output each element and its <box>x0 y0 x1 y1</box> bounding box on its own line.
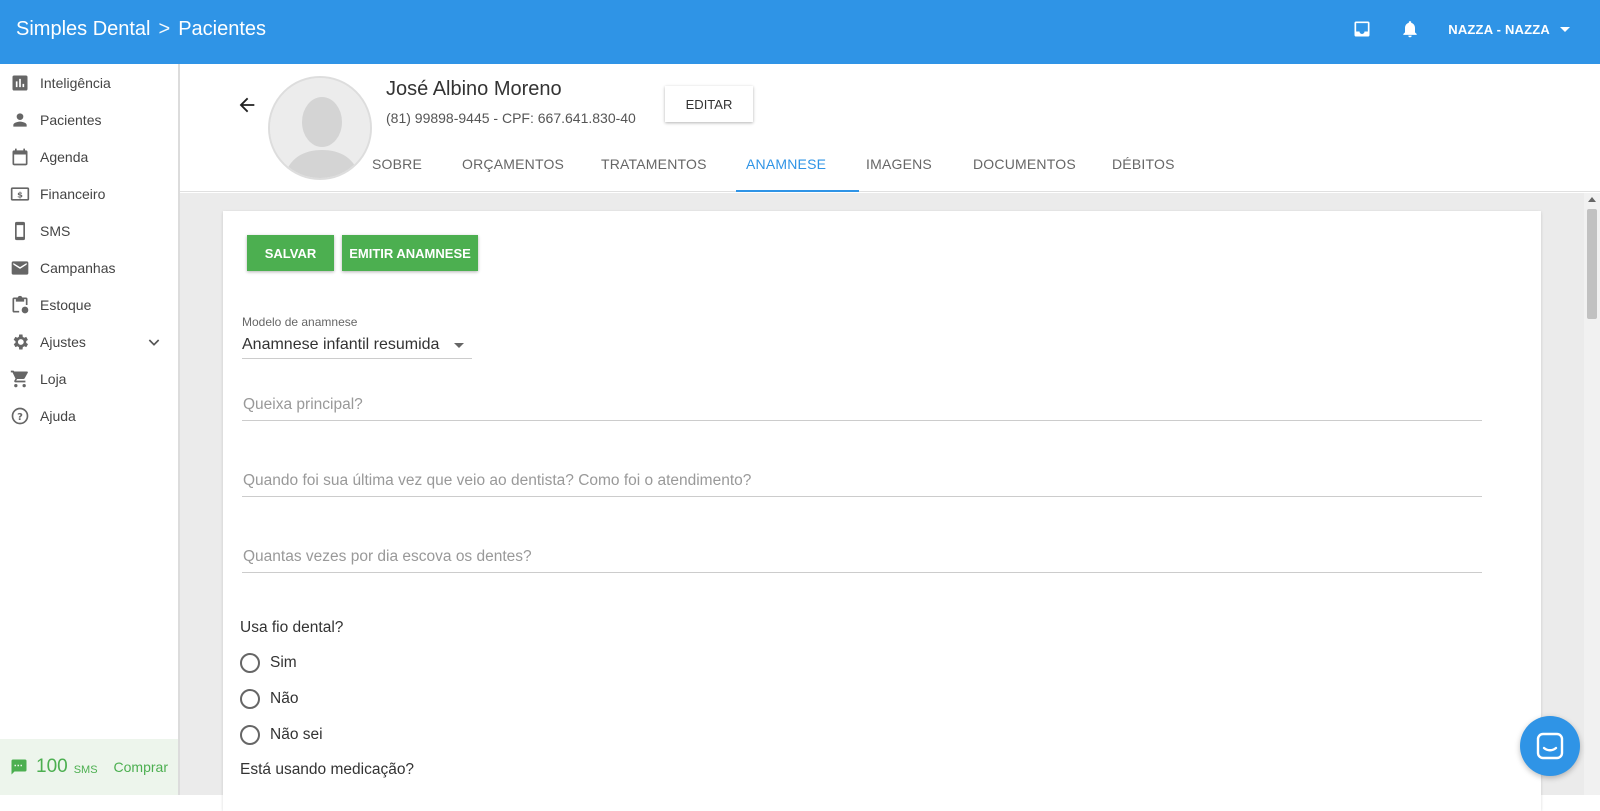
tab-sobre[interactable]: SOBRE <box>372 156 422 172</box>
sidebar-item-sms[interactable]: SMS <box>0 212 178 249</box>
top-bar: Simples Dental > Pacientes NAZZA - NAZZA <box>0 0 1600 64</box>
sidebar-item-inteligencia[interactable]: Inteligência <box>0 64 178 101</box>
breadcrumb-separator: > <box>158 18 171 40</box>
radio-nao-sei[interactable]: Não sei <box>240 725 323 745</box>
message-icon <box>10 758 28 776</box>
edit-button[interactable]: EDITAR <box>665 86 753 122</box>
money-icon: $ <box>10 184 30 204</box>
sidebar-item-label: Financeiro <box>40 185 106 202</box>
dropdown-arrow-icon <box>454 343 464 348</box>
escovacao-field[interactable]: Quantas vezes por dia escova os dentes? <box>242 541 1482 573</box>
sidebar-item-ajustes[interactable]: Ajustes <box>0 323 178 360</box>
user-name: NAZZA - NAZZA <box>1448 21 1550 37</box>
sidebar-item-loja[interactable]: Loja <box>0 360 178 397</box>
sidebar: Inteligência Pacientes Agenda $ Financei… <box>0 64 180 795</box>
help-icon: ? <box>10 406 30 426</box>
sidebar-item-label: Loja <box>40 370 67 387</box>
caret-down-icon <box>1560 26 1570 32</box>
field-placeholder: Queixa principal? <box>243 396 363 413</box>
scrollbar-thumb[interactable] <box>1587 209 1597 319</box>
question-fio-dental: Usa fio dental? <box>240 619 344 636</box>
clipboard-icon <box>10 295 30 315</box>
model-label: Modelo de anamnese <box>242 315 358 329</box>
chat-icon <box>1535 731 1565 761</box>
radio-circle[interactable] <box>240 653 260 673</box>
sidebar-item-estoque[interactable]: Estoque <box>0 286 178 323</box>
bell-icon[interactable] <box>1400 18 1420 40</box>
phone-icon <box>10 221 30 241</box>
main-content: SALVAR EMITIR ANAMNESE Modelo de anamnes… <box>180 193 1584 811</box>
anamnese-card: SALVAR EMITIR ANAMNESE Modelo de anamnes… <box>223 211 1541 811</box>
inbox-icon[interactable] <box>1352 19 1372 39</box>
sidebar-item-campanhas[interactable]: Campanhas <box>0 249 178 286</box>
sidebar-item-label: Ajuda <box>40 407 76 424</box>
sidebar-item-label: SMS <box>40 222 71 239</box>
person-icon <box>10 110 30 130</box>
radio-label: Não <box>270 690 299 707</box>
calendar-icon <box>10 147 30 167</box>
sidebar-item-label: Ajustes <box>40 333 86 350</box>
field-placeholder: Quando foi sua última vez que veio ao de… <box>243 472 752 489</box>
radio-circle[interactable] <box>240 725 260 745</box>
sidebar-item-pacientes[interactable]: Pacientes <box>0 101 178 138</box>
radio-circle[interactable] <box>240 689 260 709</box>
radio-nao[interactable]: Não <box>240 689 298 709</box>
model-select-value: Anamnese infantil resumida <box>242 335 440 353</box>
field-placeholder: Quantas vezes por dia escova os dentes? <box>243 548 532 565</box>
user-menu[interactable]: NAZZA - NAZZA <box>1448 22 1570 37</box>
app-name-link[interactable]: Simples Dental <box>16 18 151 41</box>
chat-launcher-button[interactable] <box>1520 716 1580 776</box>
sms-balance-bar: 100 SMS Comprar <box>0 739 178 795</box>
sidebar-item-label: Pacientes <box>40 111 102 128</box>
sidebar-item-agenda[interactable]: Agenda <box>0 138 178 175</box>
mail-icon <box>10 258 30 278</box>
sidebar-item-financeiro[interactable]: $ Financeiro <box>0 175 178 212</box>
sidebar-item-label: Estoque <box>40 296 92 313</box>
svg-text:$: $ <box>17 189 23 199</box>
emit-anamnese-button[interactable]: EMITIR ANAMNESE <box>342 235 478 271</box>
breadcrumb-section[interactable]: Pacientes <box>178 18 266 41</box>
gear-icon <box>10 332 30 352</box>
bar-chart-icon <box>10 73 30 93</box>
patient-contact-info: (81) 99898-9445 - CPF: 667.641.830-40 <box>386 110 636 126</box>
save-button[interactable]: SALVAR <box>247 235 334 271</box>
buy-sms-link[interactable]: Comprar <box>114 759 168 775</box>
tab-debitos[interactable]: DÉBITOS <box>1112 156 1175 172</box>
tab-tratamentos[interactable]: TRATAMENTOS <box>601 156 707 172</box>
back-arrow-icon[interactable] <box>236 94 258 116</box>
chevron-down-icon[interactable] <box>144 332 164 352</box>
tab-orcamentos[interactable]: ORÇAMENTOS <box>462 156 564 172</box>
tab-anamnese[interactable]: ANAMNESE <box>746 156 826 172</box>
radio-sim[interactable]: Sim <box>240 653 297 673</box>
queixa-principal-field[interactable]: Queixa principal? <box>242 389 1482 421</box>
sms-count: 100 <box>36 756 68 777</box>
tab-documentos[interactable]: DOCUMENTOS <box>973 156 1076 172</box>
patient-header: José Albino Moreno (81) 99898-9445 - CPF… <box>180 64 1600 192</box>
question-medicacao: Está usando medicação? <box>240 761 415 778</box>
sidebar-item-label: Inteligência <box>40 74 111 91</box>
scroll-up-icon[interactable] <box>1588 197 1596 202</box>
sidebar-item-ajuda[interactable]: ? Ajuda <box>0 397 178 434</box>
svg-text:?: ? <box>17 411 23 422</box>
tab-imagens[interactable]: IMAGENS <box>866 156 932 172</box>
avatar <box>268 76 372 180</box>
ultima-visita-field[interactable]: Quando foi sua última vez que veio ao de… <box>242 465 1482 497</box>
cart-icon <box>10 369 30 389</box>
sidebar-item-label: Agenda <box>40 148 89 165</box>
scrollbar[interactable] <box>1584 193 1600 795</box>
breadcrumb: Simples Dental > Pacientes <box>16 18 266 41</box>
model-select[interactable]: Anamnese infantil resumida <box>242 331 472 359</box>
radio-label: Não sei <box>270 726 323 743</box>
active-tab-indicator <box>736 190 859 192</box>
sms-unit: SMS <box>73 763 98 776</box>
sidebar-item-label: Campanhas <box>40 259 116 276</box>
patient-name: José Albino Moreno <box>386 78 562 100</box>
radio-label: Sim <box>270 654 297 671</box>
